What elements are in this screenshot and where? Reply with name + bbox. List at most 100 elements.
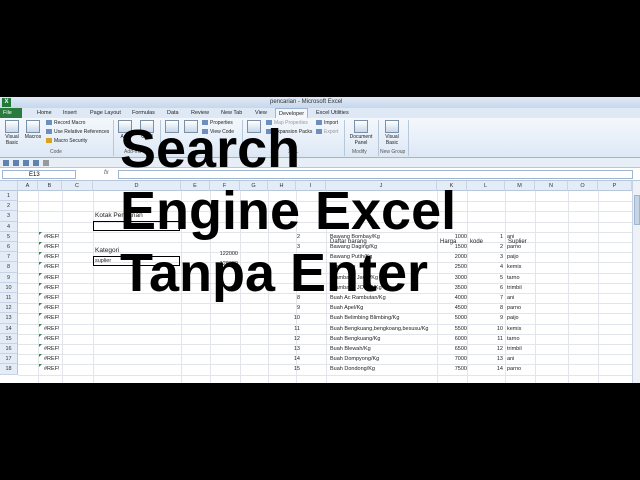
ref-error-cell[interactable]: #REF! [44, 254, 60, 260]
row-header-1[interactable]: 1 [0, 191, 18, 202]
row-header-6[interactable]: 6 [0, 242, 18, 253]
item-name-cell[interactable]: Buah Dondong/Kg [330, 366, 375, 372]
item-code-cell[interactable]: 13 [467, 356, 503, 362]
macros-button[interactable]: Macros [24, 120, 42, 140]
tab-developer[interactable]: Developer [275, 108, 309, 118]
use-relative-references-button[interactable]: Use Relative References [46, 129, 109, 136]
ref-error-cell[interactable]: #REF! [44, 295, 60, 301]
tab-insert[interactable]: Insert [60, 108, 80, 118]
ref-error-cell[interactable]: #REF! [44, 356, 60, 362]
redo-icon[interactable] [23, 160, 29, 166]
item-name-cell[interactable]: Buah Bengkuang/Kg [330, 336, 380, 342]
item-code-cell[interactable]: 12 [467, 346, 503, 352]
ref-error-cell[interactable]: #REF! [44, 326, 60, 332]
number-cell[interactable]: 12 [270, 336, 300, 342]
item-code-cell[interactable]: 11 [467, 336, 503, 342]
row-header-4[interactable]: 4 [0, 221, 18, 232]
item-price-cell[interactable]: 5500 [437, 326, 467, 332]
item-price-cell[interactable]: 7000 [437, 356, 467, 362]
tab-review[interactable]: Review [188, 108, 212, 118]
number-cell[interactable]: 10 [270, 315, 300, 321]
item-code-cell[interactable]: 10 [467, 326, 503, 332]
row-header-12[interactable]: 12 [0, 303, 18, 314]
ref-error-cell[interactable]: #REF! [44, 264, 60, 270]
item-supplier-cell[interactable]: kemis [507, 326, 521, 332]
row-header-10[interactable]: 10 [0, 282, 18, 293]
item-name-cell[interactable]: Buah Dompyong/Kg [330, 356, 379, 362]
ref-error-cell[interactable]: #REF! [44, 315, 60, 321]
ref-error-cell[interactable]: #REF! [44, 366, 60, 372]
fx-icon[interactable]: fx [104, 170, 109, 176]
tab-view[interactable]: View [252, 108, 270, 118]
item-supplier-cell[interactable]: parno [507, 305, 521, 311]
tab-page-layout[interactable]: Page Layout [87, 108, 124, 118]
tab-data[interactable]: Data [164, 108, 182, 118]
row-header-15[interactable]: 15 [0, 333, 18, 344]
item-price-cell[interactable]: 7500 [437, 366, 467, 372]
row-header-8[interactable]: 8 [0, 262, 18, 273]
save-icon[interactable] [3, 160, 9, 166]
item-price-cell[interactable]: 4500 [437, 305, 467, 311]
column-header-p[interactable]: P [598, 181, 632, 191]
item-price-cell[interactable]: 6500 [437, 346, 467, 352]
ref-error-cell[interactable]: #REF! [44, 346, 60, 352]
row-header-11[interactable]: 11 [0, 293, 18, 304]
ref-error-cell[interactable]: #REF! [44, 305, 60, 311]
vertical-scrollbar[interactable] [632, 181, 640, 383]
number-cell[interactable]: 11 [270, 326, 300, 332]
name-box[interactable]: E13 [2, 170, 76, 179]
row-header-18[interactable]: 18 [0, 364, 18, 375]
number-cell[interactable]: 14 [270, 356, 300, 362]
tab-excel-utilities[interactable]: Excel Utilities [313, 108, 352, 118]
item-price-cell[interactable]: 6000 [437, 336, 467, 342]
ref-error-cell[interactable]: #REF! [44, 285, 60, 291]
tab-formulas[interactable]: Formulas [129, 108, 158, 118]
visual-basic-button[interactable]: Visual Basic [3, 120, 21, 146]
ref-error-cell[interactable]: #REF! [44, 275, 60, 281]
record-macro-button[interactable]: Record Macro [46, 120, 85, 127]
item-code-cell[interactable]: 8 [467, 305, 503, 311]
item-name-cell[interactable]: Buah Belimbing Blimbing/Kg [330, 315, 399, 321]
tab-home[interactable]: Home [34, 108, 55, 118]
row-header-3[interactable]: 3 [0, 211, 18, 222]
tab-new-tab[interactable]: New Tab [218, 108, 245, 118]
number-cell[interactable]: 15 [270, 366, 300, 372]
item-name-cell[interactable]: Buah Bengkuang,bengkoang,besusu/Kg [330, 326, 428, 332]
row-header-16[interactable]: 16 [0, 344, 18, 355]
excel-app-icon[interactable]: X [2, 98, 11, 107]
row-header-7[interactable]: 7 [0, 252, 18, 263]
item-supplier-cell[interactable]: tarno [507, 336, 520, 342]
row-header-2[interactable]: 2 [0, 201, 18, 212]
macro-security-button[interactable]: Macro Security [46, 138, 87, 145]
item-code-cell[interactable]: 14 [467, 366, 503, 372]
tab-file[interactable]: File [0, 108, 22, 118]
row-header-17[interactable]: 17 [0, 354, 18, 365]
item-supplier-cell[interactable]: paijo [507, 315, 519, 321]
ref-error-cell[interactable]: #REF! [44, 244, 60, 250]
customize-qat-icon[interactable] [43, 160, 49, 166]
item-price-cell[interactable]: 5000 [437, 315, 467, 321]
item-name-cell[interactable]: Buah Apel/Kg [330, 305, 363, 311]
item-code-cell[interactable]: 9 [467, 315, 503, 321]
print-icon[interactable] [33, 160, 39, 166]
row-header-9[interactable]: 9 [0, 272, 18, 283]
row-header-13[interactable]: 13 [0, 313, 18, 324]
number-cell[interactable]: 13 [270, 346, 300, 352]
column-header-c[interactable]: C [62, 181, 93, 191]
item-supplier-cell[interactable]: trimbil [507, 346, 522, 352]
row-header-5[interactable]: 5 [0, 231, 18, 242]
number-cell[interactable]: 9 [270, 305, 300, 311]
item-name-cell[interactable]: Buah Blewah/Kg [330, 346, 371, 352]
undo-icon[interactable] [13, 160, 19, 166]
item-supplier-cell[interactable]: ani [507, 356, 514, 362]
column-header-o[interactable]: O [568, 181, 598, 191]
row-header-14[interactable]: 14 [0, 323, 18, 334]
ref-error-cell[interactable]: #REF! [44, 336, 60, 342]
column-header-b[interactable]: B [38, 181, 62, 191]
scrollbar-thumb[interactable] [634, 195, 640, 225]
item-supplier-cell[interactable]: parno [507, 366, 521, 372]
ref-error-cell[interactable]: #REF! [44, 234, 60, 240]
column-gridline [62, 191, 63, 383]
column-header-a[interactable]: A [18, 181, 38, 191]
select-all-corner[interactable] [0, 181, 18, 191]
